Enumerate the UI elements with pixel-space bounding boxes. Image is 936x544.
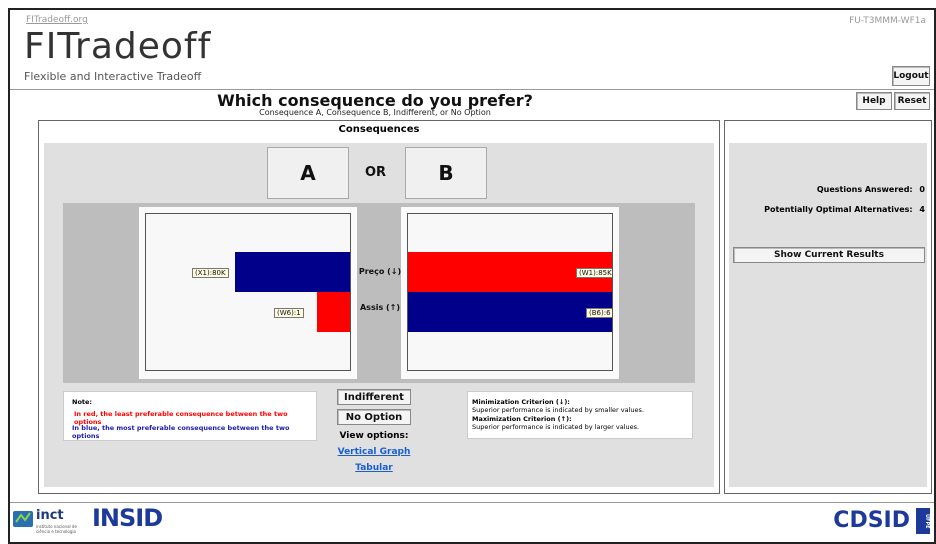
logo-title: FITradeoff — [24, 26, 212, 67]
min-criterion-text: Superior performance is indicated by sma… — [472, 406, 644, 414]
potentially-optimal-value: 4 — [919, 205, 925, 214]
reset-button[interactable]: Reset — [894, 92, 930, 110]
or-label: OR — [365, 165, 387, 180]
inct-label: inct — [36, 508, 64, 523]
chart-b-label-preco: (W1):85K — [576, 268, 612, 278]
potentially-optimal: Potentially Optimal Alternatives: 4 — [764, 205, 925, 214]
questions-answered-value: 0 — [919, 185, 925, 194]
cdsid-logo: CDSID — [833, 508, 910, 533]
view-options-label: View options: — [339, 431, 409, 441]
logo-subtitle: Flexible and Interactive Tradeoff — [24, 70, 202, 83]
footer-divider — [10, 502, 934, 503]
criterion-label-preco: Preço (↓) — [358, 267, 402, 276]
chart-a-plot: (X1):80K (W6):1 — [145, 213, 351, 371]
sidebar-panel: Questions Answered: 0 Potentially Optima… — [724, 120, 932, 494]
note-box: Note: In red, the least preferable conse… — [63, 391, 317, 441]
header-divider — [10, 89, 934, 90]
chart-b-container: (W1):85K (B6):6 — [401, 207, 619, 379]
consequences-panel: Consequences A OR B (X1):80K (W6):1 Preç… — [38, 120, 720, 494]
site-link[interactable]: FITradeoff.org — [26, 15, 88, 25]
chart-a-bar-assis — [317, 292, 350, 332]
ufpe-logo: UFPE — [916, 508, 930, 534]
questions-answered-label: Questions Answered: — [816, 185, 913, 194]
insid-logo: INSID — [92, 504, 163, 532]
chart-b-label-assis: (B6):6 — [586, 308, 612, 318]
no-option-button[interactable]: No Option — [337, 409, 411, 425]
tabular-link[interactable]: Tabular — [337, 463, 411, 473]
vertical-graph-link[interactable]: Vertical Graph — [337, 447, 411, 457]
consequences-title: Consequences — [338, 124, 420, 135]
show-results-button[interactable]: Show Current Results — [733, 247, 925, 263]
inct-logo-icon — [12, 508, 34, 530]
consequence-a-button[interactable]: A — [267, 147, 349, 199]
chart-a-label-assis: (W6):1 — [274, 308, 304, 318]
question-subtitle: Consequence A, Consequence B, Indifferen… — [259, 108, 491, 117]
sidebar-area — [729, 143, 927, 487]
criteria-info-box: Minimization Criterion (↓): Superior per… — [467, 391, 693, 439]
indifferent-button[interactable]: Indifferent — [337, 389, 411, 405]
help-button[interactable]: Help — [856, 92, 892, 110]
chart-b-plot: (W1):85K (B6):6 — [407, 213, 613, 371]
chart-a-bar-preco — [234, 252, 350, 292]
chart-b-bar-assis — [408, 292, 612, 332]
logout-button[interactable]: Logout — [892, 66, 930, 86]
chart-a-label-preco: (X1):80K — [192, 268, 229, 278]
consequence-b-button[interactable]: B — [405, 147, 487, 199]
inct-subtitle: instituto nacional de ciência e tecnolog… — [36, 524, 77, 534]
case-code: FU-T3MMM-WF1a — [849, 16, 926, 26]
app-frame: FITradeoff.org FU-T3MMM-WF1a FITradeoff … — [8, 8, 936, 544]
questions-answered: Questions Answered: 0 — [817, 185, 925, 194]
max-criterion-title: Maximization Criterion (↑): — [472, 415, 572, 423]
max-criterion-text: Superior performance is indicated by lar… — [472, 423, 640, 431]
note-title: Note: — [72, 398, 93, 406]
chart-a-container: (X1):80K (W6):1 — [139, 207, 357, 379]
potentially-optimal-label: Potentially Optimal Alternatives: — [764, 205, 913, 214]
note-blue-text: In blue, the most preferable consequence… — [72, 424, 290, 440]
min-criterion-title: Minimization Criterion (↓): — [472, 398, 570, 406]
